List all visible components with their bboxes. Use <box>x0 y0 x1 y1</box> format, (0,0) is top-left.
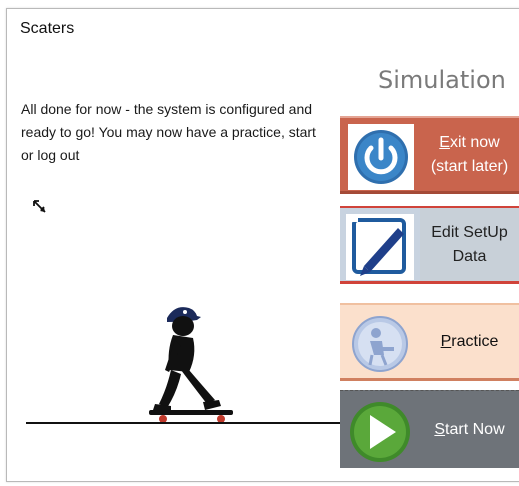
power-icon <box>348 124 414 190</box>
start-now-label: Start Now <box>434 420 505 438</box>
exit-now-button[interactable]: Exit now (start later) <box>340 116 519 194</box>
practice-figure-icon <box>346 311 414 377</box>
ground-line <box>26 422 344 424</box>
mouse-cursor-icon <box>33 200 47 219</box>
exit-now-label: Exit now (start later) <box>430 133 509 175</box>
page-heading: Simulation <box>378 66 506 94</box>
skateboarder-icon <box>145 300 240 430</box>
status-message: All done for now - the system is configu… <box>21 101 316 163</box>
pen-icon <box>346 214 414 280</box>
practice-button[interactable]: Practice <box>340 303 519 381</box>
start-now-button[interactable]: Start Now <box>340 390 519 468</box>
edit-setup-data-label: Edit SetUp Data <box>420 208 519 281</box>
practice-label: Practice <box>440 332 499 350</box>
window-title: Scaters <box>20 20 75 37</box>
edit-setup-data-button[interactable]: Edit SetUp Data <box>340 206 519 284</box>
play-icon <box>346 397 414 463</box>
